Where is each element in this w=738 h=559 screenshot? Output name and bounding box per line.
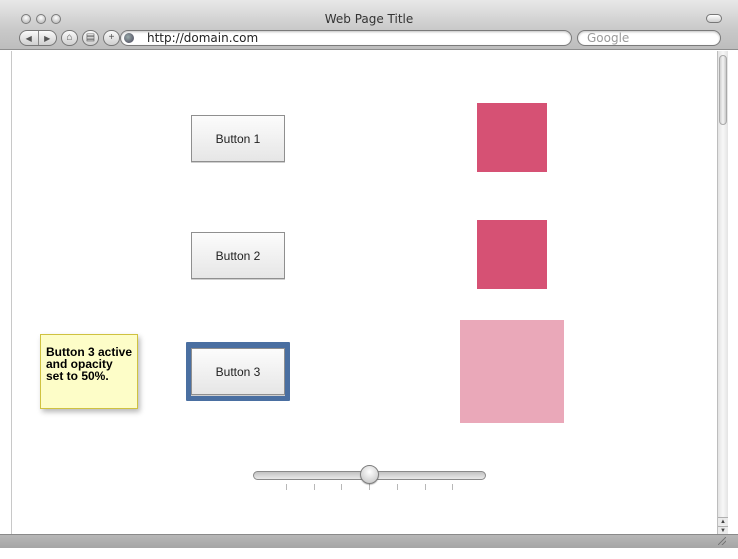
print-button[interactable]: ▤ <box>82 30 99 46</box>
print-icon: ▤ <box>85 32 96 43</box>
button-2[interactable]: Button 2 <box>191 232 285 279</box>
pink-square-3-faded <box>460 320 564 423</box>
pink-square-2 <box>477 220 547 289</box>
resize-grip-icon[interactable] <box>718 537 726 545</box>
address-text[interactable]: http://domain.com <box>147 31 258 45</box>
pink-square-1 <box>477 103 547 172</box>
slider-tick <box>425 484 426 490</box>
site-globe-icon <box>124 33 134 43</box>
sticky-note: Button 3 active and opacity set to 50%. <box>40 334 138 409</box>
opacity-slider-thumb[interactable] <box>360 465 379 484</box>
button-1[interactable]: Button 1 <box>191 115 285 162</box>
scroll-down-arrow-icon[interactable]: ▼ <box>718 526 728 534</box>
slider-tick <box>286 484 287 490</box>
plus-icon: + <box>108 32 115 43</box>
home-icon: ⌂ <box>66 32 73 43</box>
home-button[interactable]: ⌂ <box>61 30 78 46</box>
add-bookmark-button[interactable]: + <box>103 30 120 46</box>
window-title: Web Page Title <box>324 12 414 26</box>
forward-arrow-icon: ▶ <box>44 33 51 43</box>
slider-tick <box>452 484 453 490</box>
search-placeholder[interactable]: Google <box>587 31 629 45</box>
status-bar <box>0 534 738 548</box>
toolbar-toggle-button[interactable] <box>706 14 722 23</box>
left-border <box>0 51 11 534</box>
slider-tick <box>369 484 370 490</box>
forward-button[interactable]: ▶ <box>39 31 57 45</box>
slider-tick <box>397 484 398 490</box>
scroll-up-arrow-icon[interactable]: ▲ <box>718 517 728 525</box>
button-3[interactable]: Button 3 <box>191 348 285 395</box>
slider-tick <box>341 484 342 490</box>
slider-tick <box>314 484 315 490</box>
back-arrow-icon: ◀ <box>25 33 32 43</box>
back-forward-group: ◀ ▶ <box>19 30 57 46</box>
browser-window: Web Page Title ◀ ▶ ⌂ ▤ + http://domain.c… <box>0 0 738 559</box>
vertical-scrollbar-thumb[interactable] <box>719 55 727 125</box>
back-button[interactable]: ◀ <box>20 31 39 45</box>
right-border <box>728 51 738 534</box>
page-content <box>11 51 717 534</box>
title-bar: Web Page Title ◀ ▶ ⌂ ▤ + http://domain.c… <box>0 0 738 50</box>
